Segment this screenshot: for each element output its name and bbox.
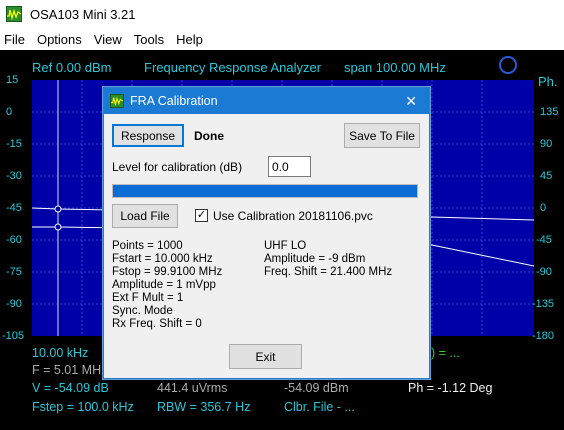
y-tick-right: 0 (540, 202, 547, 214)
window-titlebar: OSA103 Mini 3.21 (0, 0, 564, 28)
window-title: OSA103 Mini 3.21 (30, 6, 136, 22)
menu-tools[interactable]: Tools (128, 32, 170, 47)
menu-file[interactable]: File (0, 32, 31, 47)
info-line: Fstart = 10.000 kHz (112, 253, 213, 265)
y-tick-right: -45 (536, 234, 552, 246)
y-tick-left: -60 (6, 234, 22, 246)
menu-help[interactable]: Help (170, 32, 209, 47)
calibration-progress (112, 184, 418, 198)
marker-frequency: F = 5.01 MH (32, 363, 102, 377)
y-tick-right: -90 (536, 266, 552, 278)
calibration-status: Done (194, 129, 224, 143)
use-calibration-label[interactable]: Use Calibration 20181106.pvc (213, 209, 373, 223)
y-tick-right: -180 (532, 330, 555, 342)
uvrms-readout: 441.4 uVrms (157, 381, 228, 395)
menu-view[interactable]: View (88, 32, 128, 47)
y-tick-right: -135 (532, 298, 555, 310)
y-tick-left: -90 (6, 298, 22, 310)
menu-bar: File Options View Tools Help (0, 28, 564, 50)
info-line: Fstop = 99.9100 MHz (112, 266, 223, 278)
level-label: Level for calibration (dB) (112, 160, 243, 174)
y-tick-left: 0 (6, 106, 13, 118)
y-tick-left: -105 (2, 330, 25, 342)
level-input[interactable]: 0.0 (268, 156, 311, 177)
y-tick-right: 90 (540, 138, 553, 150)
load-file-button[interactable]: Load File (112, 204, 178, 228)
info-line: UHF LO (264, 240, 307, 252)
close-icon[interactable]: ✕ (405, 93, 417, 110)
marker-phase (54, 223, 62, 231)
use-calibration-checkbox[interactable]: ✓ (195, 209, 208, 222)
dbm-readout: -54.09 dBm (284, 381, 349, 395)
y-tick-left: -30 (6, 170, 22, 182)
fstep-readout: Fstep = 100.0 kHz (32, 400, 134, 414)
dialog-title: FRA Calibration (130, 94, 218, 108)
cal-file-readout: Clbr. File - ... (284, 400, 355, 414)
app-icon (6, 6, 22, 22)
info-line: Ext F Mult = 1 (112, 292, 184, 304)
info-line: Amplitude = -9 dBm (264, 253, 366, 265)
mode-title: Frequency Response Analyzer (144, 60, 322, 75)
phase-readout: Ph = -1.12 Deg (408, 381, 493, 395)
info-line: Points = 1000 (112, 240, 183, 252)
exit-button[interactable]: Exit (229, 344, 302, 369)
info-line: Amplitude = 1 mVpp (112, 279, 216, 291)
y-tick-right: 45 (540, 170, 553, 182)
y-tick-right: 135 (540, 106, 559, 118)
save-to-file-button[interactable]: Save To File (344, 123, 420, 148)
y-tick-left: 15 (6, 74, 19, 86)
fra-calibration-dialog: FRA Calibration ✕ Response Done Save To … (103, 87, 430, 379)
menu-options[interactable]: Options (31, 32, 88, 47)
y-tick-left: -75 (6, 266, 22, 278)
start-frequency: 10.00 kHz (32, 346, 89, 360)
dialog-titlebar[interactable]: FRA Calibration ✕ (104, 88, 429, 114)
response-button[interactable]: Response (112, 124, 184, 147)
ref-level: Ref 0.00 dBm (32, 60, 112, 75)
y-tick-left: -45 (6, 202, 22, 214)
status-indicator-icon (499, 56, 517, 74)
rbw-readout: RBW = 356.7 Hz (157, 400, 251, 414)
right-info-block: UHF LO Amplitude = -9 dBm Freq. Shift = … (264, 240, 392, 279)
progress-fill (113, 185, 417, 197)
voltage-readout: V = -54.09 dB (32, 381, 109, 395)
info-line: Freq. Shift = 21.400 MHz (264, 266, 393, 278)
phase-axis-title: Ph. (538, 74, 558, 89)
y-tick-left: -15 (6, 138, 22, 150)
span-readout: span 100.00 MHz (344, 60, 446, 75)
info-line: Rx Freq. Shift = 0 (112, 318, 202, 330)
marker-magnitude (54, 205, 62, 213)
info-line: Sync. Mode (112, 305, 173, 317)
dialog-app-icon (110, 94, 124, 108)
left-info-block: Points = 1000 Fstart = 10.000 kHz Fstop … (112, 240, 222, 331)
